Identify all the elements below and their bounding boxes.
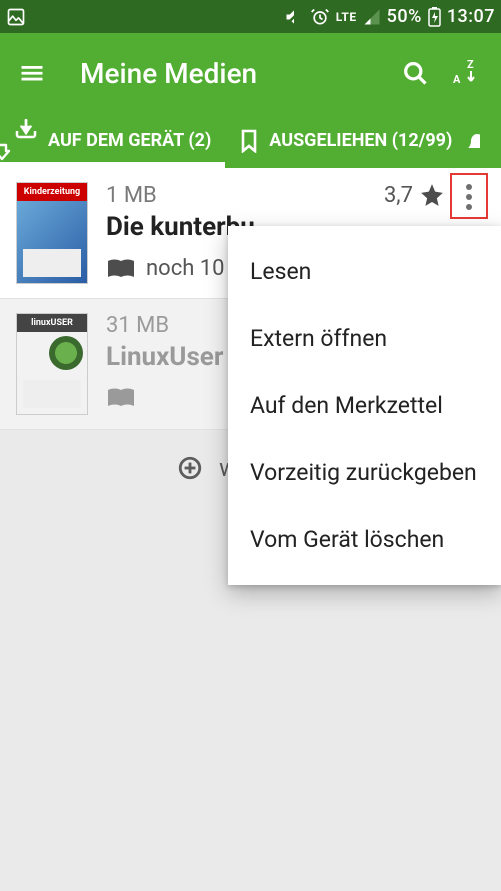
hamburger-menu-button[interactable]: [8, 49, 56, 97]
rating: 3,7: [384, 182, 445, 208]
search-button[interactable]: [391, 49, 439, 97]
alarm-icon: [310, 7, 330, 27]
mute-icon: [284, 7, 304, 27]
star-icon: [419, 182, 445, 208]
cover-thumbnail: Kinderzeitung: [16, 182, 88, 284]
menu-add-watchlist[interactable]: Auf den Merkzettel: [228, 372, 501, 439]
tab-borrowed[interactable]: AUSGELIEHEN (12/99): [225, 113, 466, 168]
image-icon: [6, 7, 26, 27]
battery-percent: 50%: [387, 6, 422, 27]
clock: 13:07: [447, 6, 495, 27]
open-book-icon: [106, 386, 136, 410]
menu-read[interactable]: Lesen: [228, 238, 501, 305]
menu-return-early[interactable]: Vorzeitig zurückgeben: [228, 439, 501, 506]
svg-text:Z: Z: [467, 58, 474, 71]
menu-open-external[interactable]: Extern öffnen: [228, 305, 501, 372]
bookmark-icon: [239, 129, 259, 153]
file-size: 31 MB: [106, 313, 169, 338]
tab-bar: AUF DEM GERÄT (2) AUSGELIEHEN (12/99): [0, 113, 501, 168]
tab-notifications-partial[interactable]: [466, 128, 480, 154]
context-menu: Lesen Extern öffnen Auf den Merkzettel V…: [228, 226, 501, 585]
download-icon: [14, 117, 38, 165]
open-book-icon: [106, 257, 136, 281]
plus-circle-icon: [177, 455, 203, 481]
tab-borrowed-label: AUSGELIEHEN (12/99): [269, 130, 452, 151]
network-lte-label: LTE: [336, 10, 357, 24]
menu-delete-device[interactable]: Vom Gerät löschen: [228, 506, 501, 573]
status-bar: LTE 50% 13:07: [0, 0, 501, 33]
svg-text:A: A: [453, 73, 461, 86]
file-size: 1 MB: [106, 183, 157, 208]
cover-thumbnail: linuxUSER: [16, 313, 88, 415]
signal-icon: [363, 8, 381, 26]
item-overflow-button[interactable]: [449, 182, 489, 212]
tab-on-device[interactable]: AUF DEM GERÄT (2): [0, 113, 225, 168]
sort-button[interactable]: Z A: [439, 49, 487, 97]
more-vert-icon: [465, 182, 473, 212]
app-bar: Meine Medien Z A: [0, 33, 501, 113]
page-title: Meine Medien: [80, 57, 257, 90]
battery-charging-icon: [428, 7, 441, 27]
tab-on-device-label: AUF DEM GERÄT (2): [48, 130, 211, 151]
